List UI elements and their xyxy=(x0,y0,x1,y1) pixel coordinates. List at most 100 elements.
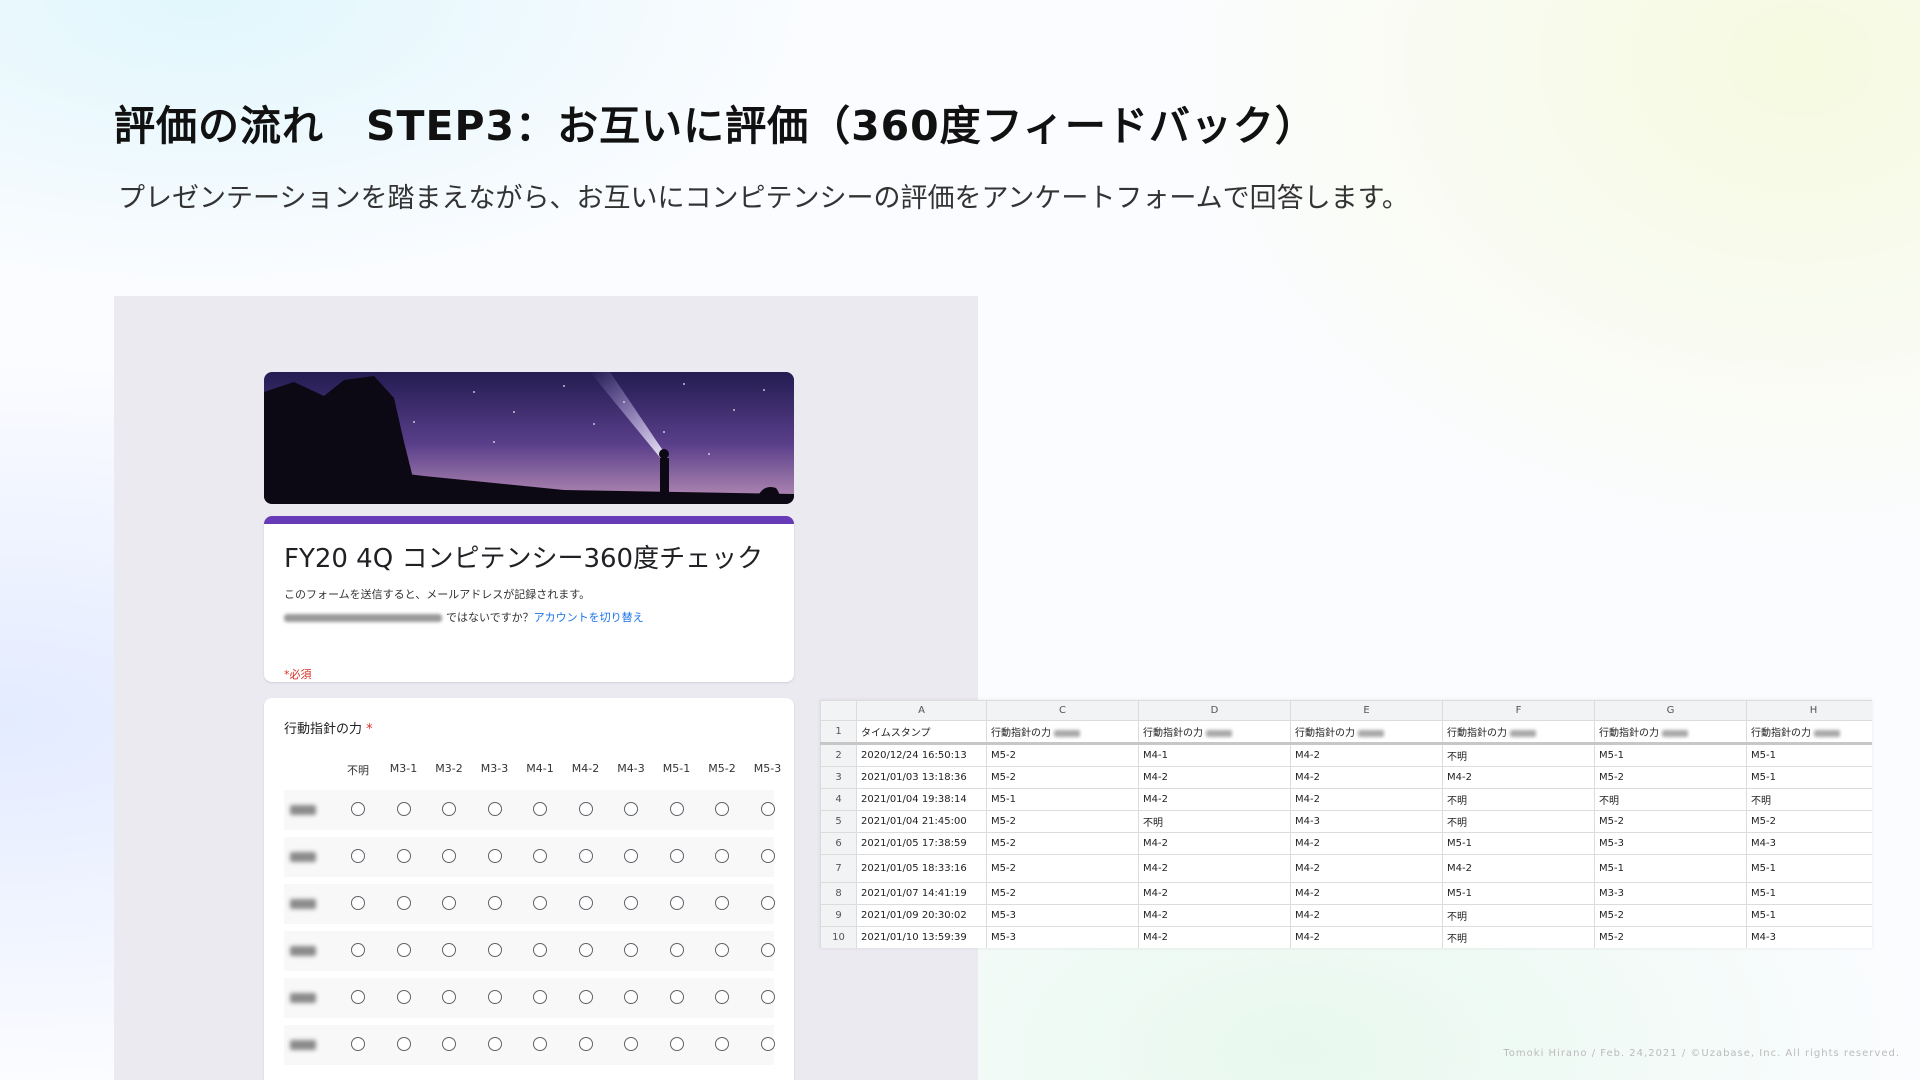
table-cell[interactable]: M4-2 xyxy=(1290,854,1443,883)
table-cell[interactable]: 2021/01/05 18:33:16 xyxy=(856,854,987,883)
table-cell[interactable]: M5-1 xyxy=(986,788,1139,811)
table-cell[interactable]: 2021/01/04 21:45:00 xyxy=(856,810,987,833)
column-letter-header[interactable]: E xyxy=(1290,700,1443,721)
table-cell[interactable]: M4-3 xyxy=(1290,810,1443,833)
radio-button[interactable] xyxy=(578,943,593,957)
row-number[interactable]: 7 xyxy=(820,854,857,883)
radio-button[interactable] xyxy=(578,990,593,1004)
table-cell[interactable]: 不明 xyxy=(1442,926,1595,948)
table-cell[interactable]: 不明 xyxy=(1442,743,1595,767)
table-cell[interactable]: M5-1 xyxy=(1746,882,1872,905)
radio-button[interactable] xyxy=(442,990,456,1004)
table-cell[interactable]: M4-2 xyxy=(1290,882,1443,905)
radio-button[interactable] xyxy=(533,1037,547,1051)
radio-button[interactable] xyxy=(624,943,638,957)
sheet-header-cell[interactable]: 行動指針の力 xyxy=(1594,720,1747,745)
radio-button[interactable] xyxy=(351,896,365,910)
radio-button[interactable] xyxy=(442,1037,456,1051)
table-cell[interactable]: 不明 xyxy=(1442,810,1595,833)
radio-button[interactable] xyxy=(351,990,365,1004)
radio-button[interactable] xyxy=(578,802,593,816)
radio-button[interactable] xyxy=(578,849,593,863)
radio-button[interactable] xyxy=(624,990,638,1004)
radio-button[interactable] xyxy=(715,849,729,863)
table-cell[interactable]: M5-2 xyxy=(1594,904,1747,927)
table-cell[interactable]: M5-3 xyxy=(986,904,1139,927)
radio-button[interactable] xyxy=(396,849,411,863)
radio-button[interactable] xyxy=(760,943,775,957)
column-letter-header[interactable]: G xyxy=(1594,700,1747,721)
radio-button[interactable] xyxy=(533,802,547,816)
radio-button[interactable] xyxy=(760,896,775,910)
radio-button[interactable] xyxy=(715,943,729,957)
table-cell[interactable]: M4-2 xyxy=(1290,904,1443,927)
table-cell[interactable]: M5-2 xyxy=(986,810,1139,833)
radio-button[interactable] xyxy=(442,896,456,910)
radio-button[interactable] xyxy=(533,943,547,957)
table-cell[interactable]: 2021/01/07 14:41:19 xyxy=(856,882,987,905)
table-cell[interactable]: M5-2 xyxy=(1594,766,1747,789)
radio-button[interactable] xyxy=(715,802,729,816)
radio-button[interactable] xyxy=(669,849,684,863)
radio-button[interactable] xyxy=(396,943,411,957)
table-cell[interactable]: M5-2 xyxy=(986,854,1139,883)
table-cell[interactable]: M5-2 xyxy=(986,882,1139,905)
table-cell[interactable]: M5-1 xyxy=(1746,854,1872,883)
radio-button[interactable] xyxy=(533,990,547,1004)
table-cell[interactable]: 不明 xyxy=(1746,788,1872,811)
radio-button[interactable] xyxy=(624,1037,638,1051)
table-cell[interactable]: M4-2 xyxy=(1290,832,1443,855)
table-cell[interactable]: M4-1 xyxy=(1138,743,1291,767)
table-cell[interactable]: M4-2 xyxy=(1290,926,1443,948)
radio-button[interactable] xyxy=(487,990,502,1004)
table-cell[interactable]: 不明 xyxy=(1442,904,1595,927)
table-cell[interactable]: M4-2 xyxy=(1138,766,1291,789)
radio-button[interactable] xyxy=(760,802,775,816)
radio-button[interactable] xyxy=(487,943,502,957)
row-number[interactable]: 10 xyxy=(820,926,857,948)
radio-button[interactable] xyxy=(396,802,411,816)
radio-button[interactable] xyxy=(396,896,411,910)
table-cell[interactable]: M4-2 xyxy=(1138,904,1291,927)
column-letter-header[interactable]: D xyxy=(1138,700,1291,721)
radio-button[interactable] xyxy=(624,802,638,816)
radio-button[interactable] xyxy=(533,849,547,863)
radio-button[interactable] xyxy=(715,990,729,1004)
radio-button[interactable] xyxy=(442,943,456,957)
table-cell[interactable]: M5-1 xyxy=(1594,854,1747,883)
row-number[interactable]: 5 xyxy=(820,810,857,833)
table-cell[interactable]: M5-1 xyxy=(1442,882,1595,905)
radio-button[interactable] xyxy=(578,896,593,910)
table-cell[interactable]: M4-3 xyxy=(1746,926,1872,948)
table-cell[interactable]: M5-1 xyxy=(1746,743,1872,767)
radio-button[interactable] xyxy=(351,849,365,863)
table-cell[interactable]: M5-3 xyxy=(1594,832,1747,855)
table-cell[interactable]: M5-3 xyxy=(986,926,1139,948)
table-cell[interactable]: M4-2 xyxy=(1138,882,1291,905)
radio-button[interactable] xyxy=(669,1037,684,1051)
radio-button[interactable] xyxy=(715,1037,729,1051)
table-cell[interactable]: M4-2 xyxy=(1442,766,1595,789)
switch-account-link[interactable]: アカウントを切り替え xyxy=(534,611,644,624)
radio-button[interactable] xyxy=(396,1037,411,1051)
table-cell[interactable]: 2021/01/10 13:59:39 xyxy=(856,926,987,948)
radio-button[interactable] xyxy=(533,896,547,910)
row-number[interactable]: 1 xyxy=(820,720,857,745)
table-cell[interactable]: 2020/12/24 16:50:13 xyxy=(856,743,987,767)
radio-button[interactable] xyxy=(760,990,775,1004)
table-cell[interactable]: M3-3 xyxy=(1594,882,1747,905)
table-cell[interactable]: M5-2 xyxy=(1746,810,1872,833)
radio-button[interactable] xyxy=(669,896,684,910)
row-number[interactable]: 6 xyxy=(820,832,857,855)
radio-button[interactable] xyxy=(578,1037,593,1051)
row-number[interactable]: 9 xyxy=(820,904,857,927)
row-number[interactable]: 2 xyxy=(820,743,857,767)
radio-button[interactable] xyxy=(351,943,365,957)
table-cell[interactable]: 不明 xyxy=(1594,788,1747,811)
radio-button[interactable] xyxy=(487,802,502,816)
sheet-header-cell[interactable]: 行動指針の力 xyxy=(1746,720,1872,745)
radio-button[interactable] xyxy=(442,849,456,863)
column-letter-header[interactable]: C xyxy=(986,700,1139,721)
table-cell[interactable]: 不明 xyxy=(1442,788,1595,811)
radio-button[interactable] xyxy=(760,1037,775,1051)
